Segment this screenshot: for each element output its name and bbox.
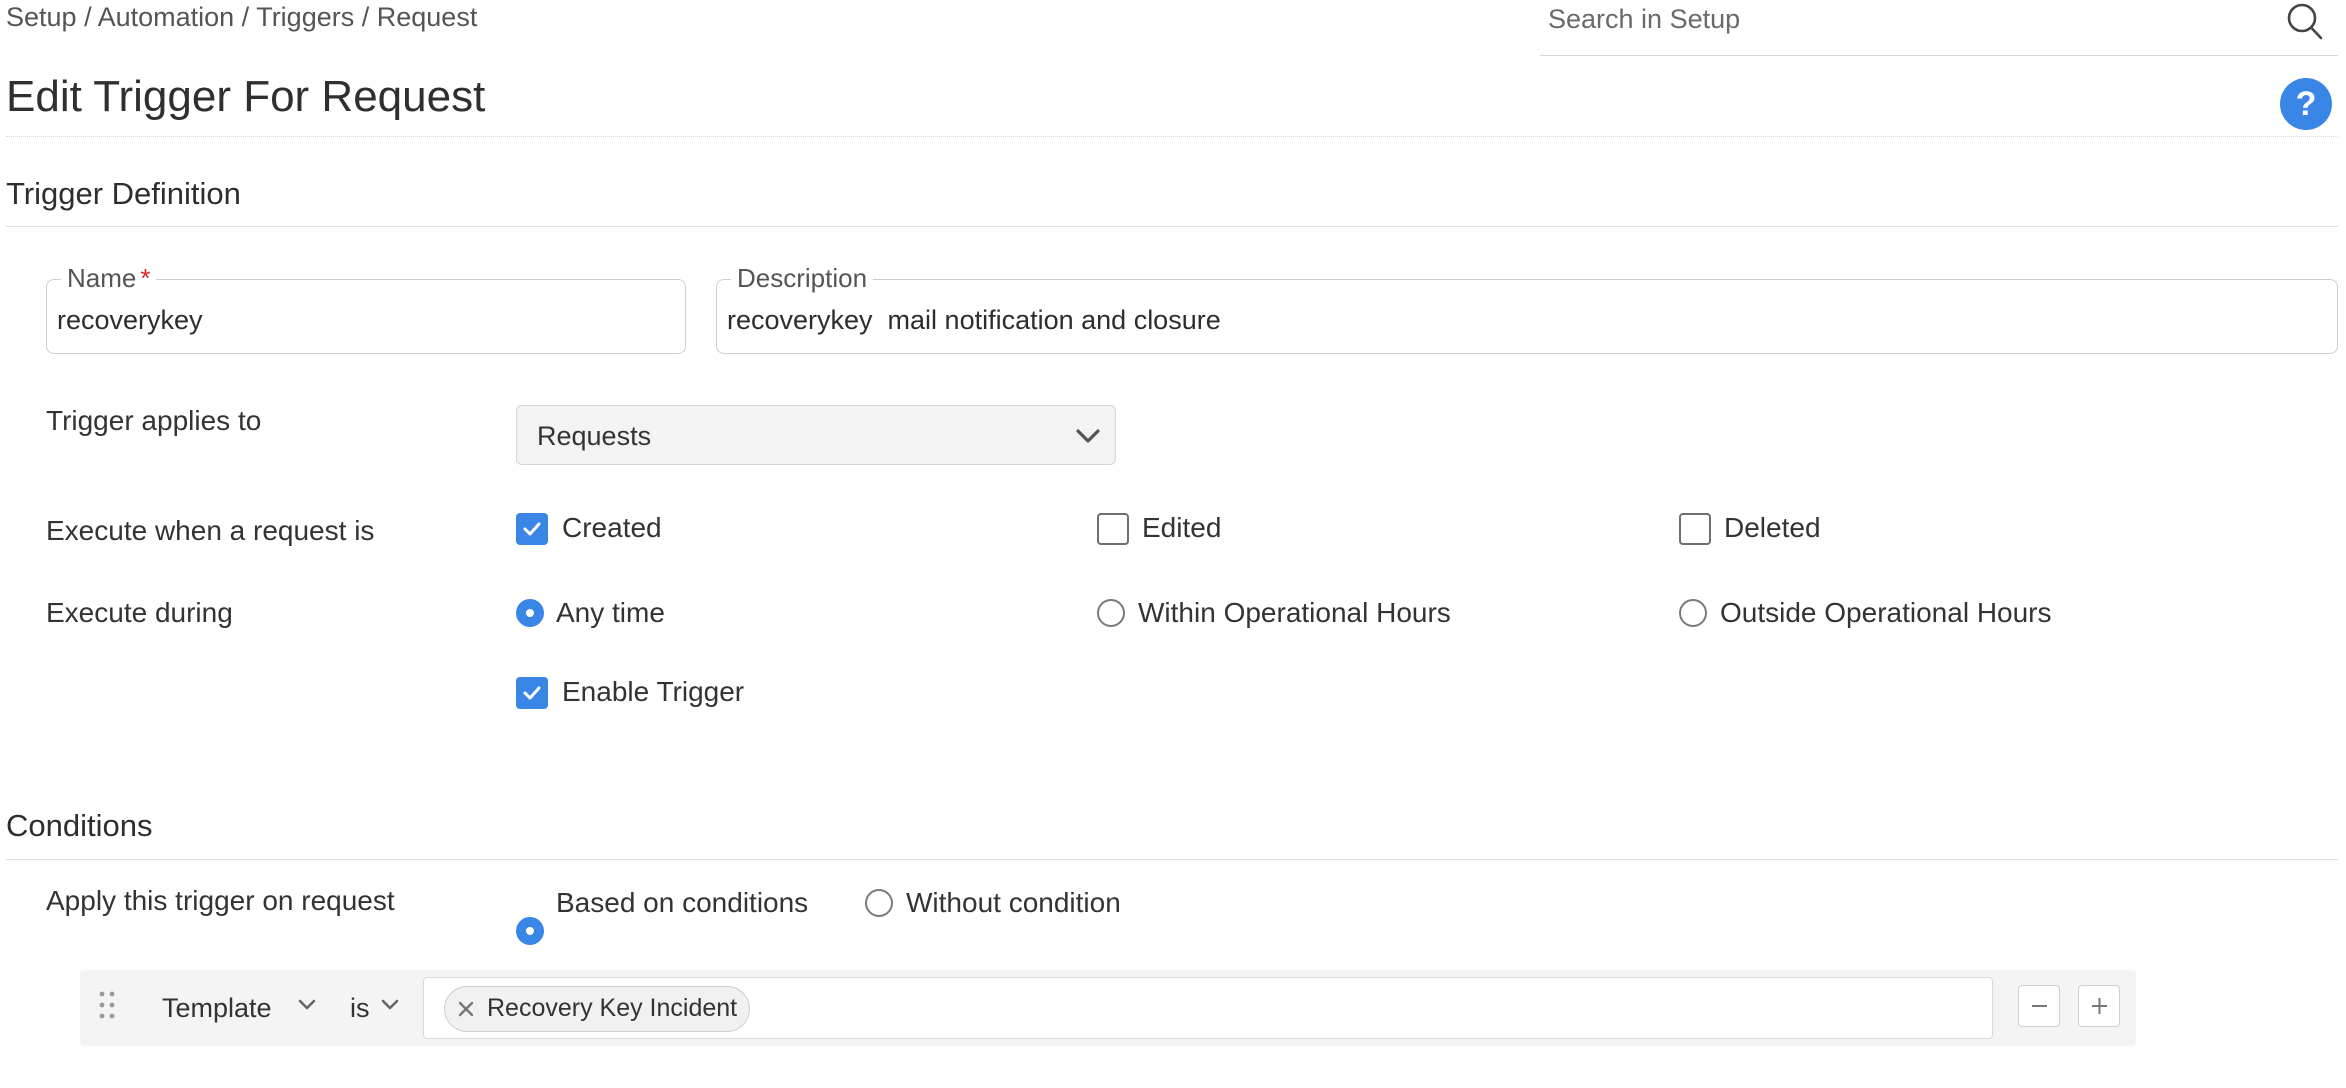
applies-to-selected-value: Requests <box>537 421 652 451</box>
search-icon[interactable] <box>2286 2 2324 42</box>
condition-field-select[interactable]: Template <box>162 992 272 1024</box>
condition-value-input[interactable]: Recovery Key Incident <box>423 977 1993 1039</box>
within-operational-hours-radio[interactable] <box>1097 599 1125 627</box>
breadcrumb-item-setup[interactable]: Setup <box>6 2 77 32</box>
name-label: Name <box>67 263 137 293</box>
search-container <box>1540 0 2338 56</box>
description-label: Description <box>737 263 868 293</box>
description-value[interactable]: recoverykey mail notification and closur… <box>727 304 1221 336</box>
applies-to-select[interactable]: Requests <box>516 405 1116 465</box>
checkmark-icon <box>523 522 541 536</box>
breadcrumb-separator: / <box>76 2 98 32</box>
enable-trigger-label[interactable]: Enable Trigger <box>562 675 744 709</box>
without-condition-radio[interactable] <box>865 889 893 917</box>
deleted-label[interactable]: Deleted <box>1724 511 1821 545</box>
created-checkbox[interactable] <box>516 513 548 545</box>
name-field[interactable]: Name * recoverykey <box>46 263 686 354</box>
apply-trigger-label: Apply this trigger on request <box>46 885 395 916</box>
created-label[interactable]: Created <box>562 511 662 545</box>
section-divider <box>6 859 2338 860</box>
required-marker: * <box>140 263 151 293</box>
section-title-trigger-definition: Trigger Definition <box>6 176 241 211</box>
section-divider <box>6 226 2338 227</box>
description-field-legend: Description <box>731 263 874 293</box>
checkmark-icon <box>523 686 541 700</box>
section-title-conditions: Conditions <box>6 808 153 843</box>
outside-operational-hours-radio[interactable] <box>1679 599 1707 627</box>
name-field-legend: Name * <box>61 263 157 293</box>
outside-operational-hours-label[interactable]: Outside Operational Hours <box>1720 596 2052 630</box>
edited-checkbox[interactable] <box>1097 513 1129 545</box>
execute-when-label: Execute when a request is <box>46 515 375 546</box>
breadcrumb-item-automation[interactable]: Automation <box>98 2 235 32</box>
edited-label[interactable]: Edited <box>1142 511 1221 545</box>
help-icon[interactable]: ? <box>2280 78 2332 130</box>
breadcrumb-item-triggers[interactable]: Triggers <box>256 2 354 32</box>
breadcrumb-separator: / <box>354 2 377 32</box>
add-condition-button[interactable] <box>2078 985 2120 1027</box>
close-icon[interactable] <box>457 1000 475 1018</box>
page-title: Edit Trigger For Request <box>6 72 486 121</box>
execute-during-label: Execute during <box>46 597 233 628</box>
breadcrumb: Setup / Automation / Triggers / Request <box>6 0 477 34</box>
breadcrumb-item-request: Request <box>376 2 478 32</box>
value-chip-label: Recovery Key Incident <box>487 994 738 1022</box>
applies-to-label: Trigger applies to <box>46 405 262 436</box>
name-value[interactable]: recoverykey <box>57 304 203 336</box>
search-input[interactable] <box>1548 0 2248 38</box>
deleted-checkbox[interactable] <box>1679 513 1711 545</box>
without-condition-label[interactable]: Without condition <box>906 886 1121 920</box>
remove-condition-button[interactable] <box>2018 985 2060 1027</box>
chevron-down-icon[interactable] <box>381 998 399 1012</box>
condition-row: Template is Recovery Key Incident <box>80 970 2136 1046</box>
title-divider <box>6 136 2338 137</box>
value-chip: Recovery Key Incident <box>444 986 751 1032</box>
based-on-conditions-radio[interactable] <box>516 917 544 945</box>
based-on-conditions-label[interactable]: Based on conditions <box>556 886 808 920</box>
minus-icon <box>2032 1005 2047 1007</box>
plus-icon <box>2092 998 2107 1014</box>
drag-handle-icon[interactable] <box>98 990 116 1020</box>
breadcrumb-separator: / <box>234 2 257 32</box>
within-operational-hours-label[interactable]: Within Operational Hours <box>1138 596 1451 630</box>
chevron-down-icon[interactable] <box>298 998 316 1012</box>
any-time-radio[interactable] <box>516 599 544 627</box>
description-field[interactable]: Description recoverykey mail notificatio… <box>716 263 2338 354</box>
enable-trigger-checkbox[interactable] <box>516 677 548 709</box>
condition-operator-select[interactable]: is <box>350 992 370 1024</box>
any-time-label[interactable]: Any time <box>556 596 665 630</box>
chevron-down-icon <box>1076 429 1100 443</box>
